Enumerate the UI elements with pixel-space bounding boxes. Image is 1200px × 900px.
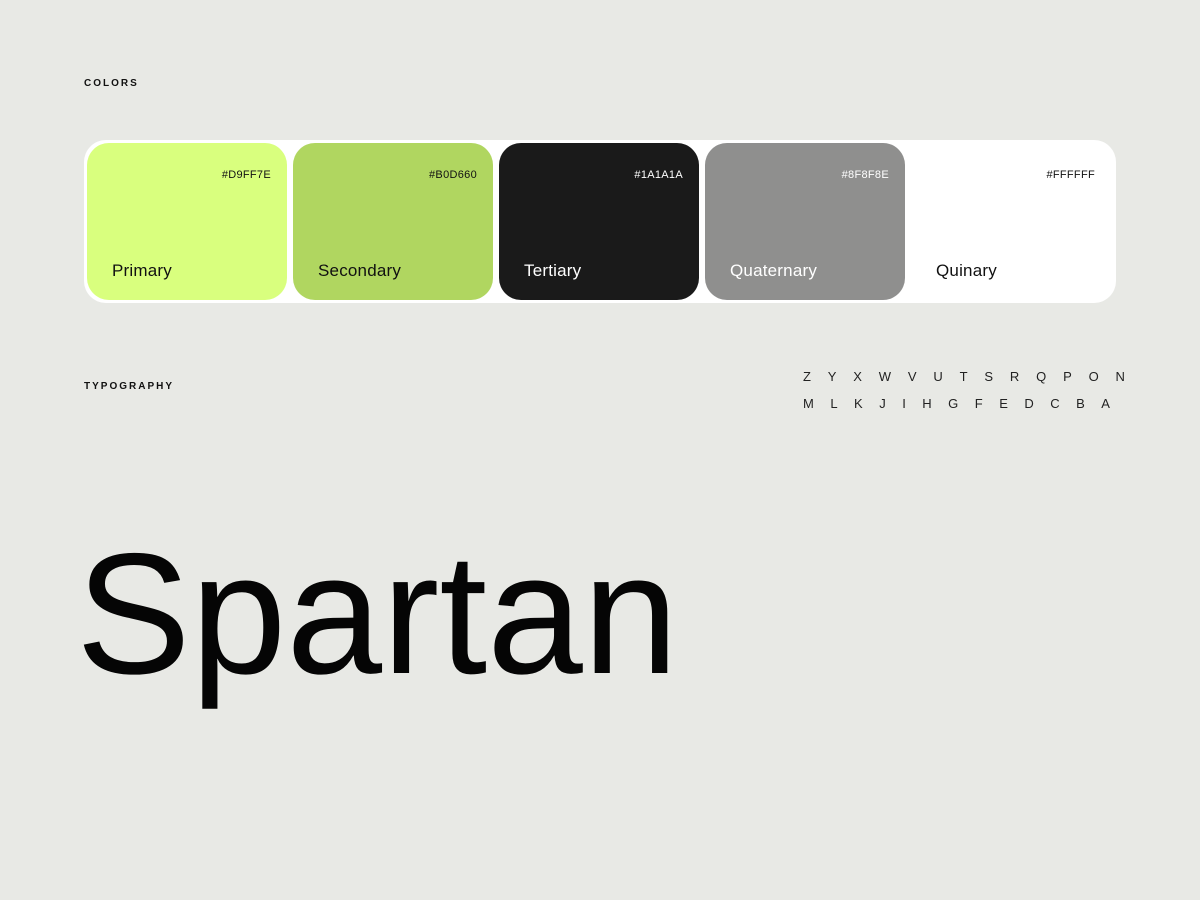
alphabet-letter: R [1009,369,1020,384]
alphabet-letter: W [878,369,892,384]
alphabet-letter: G [948,396,959,411]
swatch-quaternary[interactable]: #8F8F8E Quaternary [705,143,905,300]
alphabet-letter: Q [1036,369,1047,384]
swatch-hex: #FFFFFF [1046,169,1095,181]
alphabet-letter: C [1050,396,1060,411]
alphabet-row-reverse-upper: Z Y X W V U T S R Q P O N [803,369,1125,384]
alphabet-letter: J [879,396,886,411]
alphabet-letter: D [1024,396,1034,411]
alphabet-letter: X [853,369,862,384]
typeface-specimen: Spartan [76,518,679,710]
alphabet-letter: S [984,369,994,384]
alphabet-letter: P [1063,369,1072,384]
swatch-name: Secondary [318,261,402,280]
alphabet-letter: Z [803,369,811,384]
alphabet-letter: Y [827,369,837,384]
alphabet-letter: A [1101,396,1110,411]
swatch-name: Quaternary [730,261,818,280]
alphabet-letter: F [974,396,983,411]
alphabet-letter: E [999,396,1008,411]
alphabet-letter: V [907,369,917,384]
alphabet-letter: H [922,396,932,411]
swatch-hex: #D9FF7E [221,169,271,181]
colors-section-label: COLORS [84,78,139,89]
swatch-name: Tertiary [524,261,582,280]
alphabet-letter: O [1088,369,1099,384]
swatch-secondary[interactable]: #B0D660 Secondary [293,143,493,300]
typography-section-label: TYPOGRAPHY [84,381,175,392]
swatch-name: Primary [112,261,172,280]
alphabet-letter: M [803,396,814,411]
alphabet-letter: T [959,369,968,384]
swatch-name: Quinary [936,261,997,280]
alphabet-letter: L [830,396,838,411]
swatch-hex: #8F8F8E [841,169,889,181]
color-palette: #D9FF7E Primary #B0D660 Secondary #1A1A1… [84,140,1116,303]
alphabet-letter: K [854,396,863,411]
alphabet-letter: I [902,396,906,411]
swatch-tertiary[interactable]: #1A1A1A Tertiary [499,143,699,300]
alphabet-letter: U [933,369,943,384]
alphabet-letter: N [1115,369,1125,384]
swatch-hex: #B0D660 [429,169,477,181]
alphabet-letter: B [1076,396,1085,411]
swatch-primary[interactable]: #D9FF7E Primary [87,143,287,300]
alphabet-row-reverse-lower: M L K J I H G F E D C B A [803,396,1110,411]
swatch-quinary[interactable]: #FFFFFF Quinary [911,143,1111,300]
swatch-hex: #1A1A1A [634,169,683,181]
